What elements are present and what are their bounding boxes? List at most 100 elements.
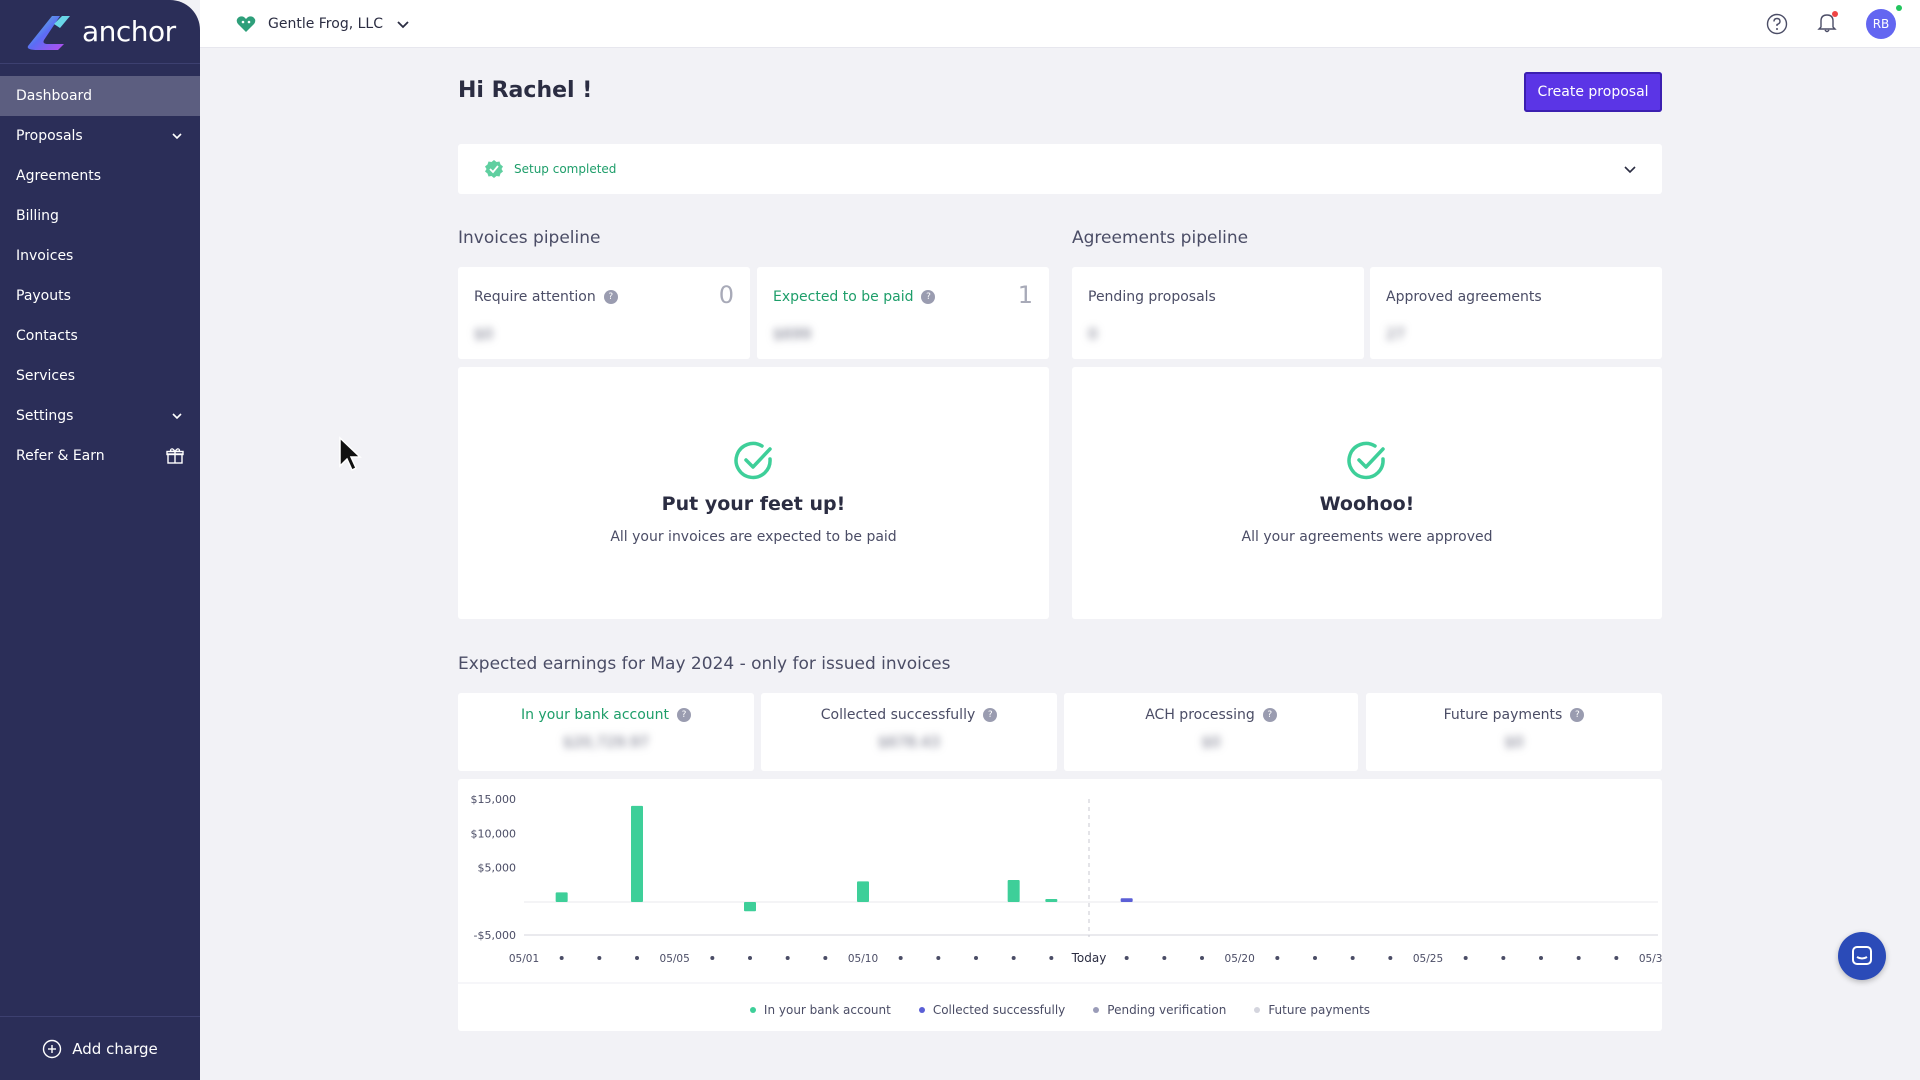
help-icon[interactable]: [1766, 13, 1788, 35]
notifications-button[interactable]: [1816, 11, 1838, 37]
x-tick-label: Today: [1071, 951, 1107, 965]
chat-icon: [1852, 946, 1872, 965]
require-attention-label: Require attention ?: [474, 289, 618, 305]
anchor-logo-icon: [27, 15, 70, 50]
earnings-amount: $678.43: [877, 733, 941, 751]
sidebar-item-label: Settings: [16, 408, 74, 424]
agreements-empty-state: Woohoo! All your agreements were approve…: [1072, 367, 1662, 619]
invoices-empty-subtitle: All your invoices are expected to be pai…: [610, 529, 897, 545]
expected-paid-card[interactable]: Expected to be paid ? 1 $699: [757, 267, 1049, 359]
require-attention-text: Require attention: [474, 289, 596, 305]
earnings-card-future[interactable]: Future payments ? $0: [1366, 693, 1662, 771]
x-tick-dot: [1388, 956, 1393, 960]
mouse-cursor-icon: [339, 436, 362, 472]
x-tick-dot: [1011, 956, 1016, 960]
sidebar-item-label: Contacts: [16, 328, 78, 344]
add-charge-label: Add charge: [72, 1039, 158, 1058]
x-tick-dot: [823, 956, 828, 960]
approved-agreements-label: Approved agreements: [1386, 289, 1542, 305]
legend-label: Pending verification: [1107, 1003, 1227, 1017]
chat-launcher-button[interactable]: [1838, 932, 1886, 980]
help-icon[interactable]: ?: [921, 290, 936, 304]
chart-bar: [631, 805, 643, 902]
legend-label: Collected successfully: [932, 1003, 1066, 1017]
earnings-card-ach[interactable]: ACH processing ? $0: [1064, 693, 1358, 771]
sidebar-item-refer-earn[interactable]: Refer & Earn: [0, 436, 200, 476]
x-tick-label: 05/01: [509, 953, 539, 965]
org-switcher[interactable]: Gentle Frog, LLC: [236, 15, 411, 33]
earnings-label: Collected successfully ?: [761, 707, 1057, 723]
top-bar: Gentle Frog, LLC RB: [200, 0, 1920, 48]
sidebar-item-payouts[interactable]: Payouts: [0, 276, 200, 316]
earnings-card-collected[interactable]: Collected successfully ? $678.43: [761, 693, 1057, 771]
sidebar-item-agreements[interactable]: Agreements: [0, 156, 200, 196]
sidebar-item-dashboard[interactable]: Dashboard: [0, 76, 200, 116]
legend-item[interactable]: Collected successfully: [918, 1003, 1066, 1017]
sidebar-item-contacts[interactable]: Contacts: [0, 316, 200, 356]
earnings-label-text: In your bank account: [520, 707, 670, 723]
x-tick-dot: [1501, 956, 1506, 960]
legend-item[interactable]: Pending verification: [1093, 1003, 1226, 1017]
sidebar-item-settings[interactable]: Settings: [0, 396, 200, 436]
sidebar-item-proposals[interactable]: Proposals: [0, 116, 200, 156]
sidebar-item-invoices[interactable]: Invoices: [0, 236, 200, 276]
help-icon[interactable]: ?: [603, 290, 618, 304]
require-attention-card[interactable]: Require attention ? 0 $0: [458, 267, 750, 359]
y-tick-label: $5,000: [478, 862, 517, 875]
logo[interactable]: anchor: [0, 0, 200, 64]
avatar[interactable]: RB: [1866, 5, 1902, 39]
approved-agreements-value: 27: [1386, 325, 1406, 343]
pending-proposals-card[interactable]: Pending proposals 0: [1072, 267, 1364, 359]
setup-status-text: Setup completed: [514, 162, 617, 176]
x-tick-dot: [1313, 956, 1317, 960]
help-icon[interactable]: ?: [677, 708, 692, 722]
sidebar-item-label: Agreements: [16, 168, 102, 184]
require-attention-count: 0: [718, 281, 734, 309]
add-charge-button[interactable]: Add charge: [0, 1016, 200, 1080]
chart-legend: In your bank account Collected successfu…: [458, 1003, 1662, 1017]
chevron-down-icon[interactable]: [1622, 161, 1638, 177]
online-status-dot: [1896, 5, 1902, 11]
approved-agreements-card[interactable]: Approved agreements 27: [1370, 267, 1662, 359]
x-tick-label: 05/05: [660, 953, 690, 965]
org-name: Gentle Frog, LLC: [268, 15, 383, 32]
legend-dot: [1254, 1007, 1261, 1013]
badge-check-icon: [485, 160, 503, 178]
sidebar-item-billing[interactable]: Billing: [0, 196, 200, 236]
sidebar-item-label: Refer & Earn: [16, 448, 105, 464]
earnings-card-bank[interactable]: In your bank account ? $20,729.97: [458, 693, 754, 771]
x-tick-dot: [597, 956, 602, 960]
avatar-initials: RB: [1872, 17, 1890, 31]
x-tick-dot: [1124, 956, 1129, 960]
legend-dot: [749, 1007, 756, 1013]
heart-logo-icon: [236, 15, 256, 32]
help-icon[interactable]: ?: [1570, 708, 1585, 722]
x-tick-dot: [1576, 956, 1581, 960]
earnings-amount: $0: [1504, 733, 1524, 751]
earnings-label: In your bank account ?: [458, 707, 754, 723]
earnings-label-text: Collected successfully: [820, 707, 976, 723]
setup-banner[interactable]: Setup completed: [458, 144, 1662, 194]
notification-badge: [1832, 11, 1838, 17]
legend-item[interactable]: Future payments: [1254, 1003, 1370, 1017]
help-icon[interactable]: ?: [1262, 708, 1277, 722]
help-icon[interactable]: ?: [983, 708, 998, 722]
agreements-pipeline-title: Agreements pipeline: [1072, 228, 1249, 248]
earnings-amount: $20,729.97: [563, 733, 649, 751]
create-proposal-button[interactable]: Create proposal: [1524, 72, 1662, 112]
x-tick-dot: [1275, 956, 1280, 960]
chevron-down-icon: [397, 20, 409, 28]
x-tick-dot: [559, 956, 564, 960]
legend-item[interactable]: In your bank account: [749, 1003, 891, 1017]
sidebar-item-label: Billing: [16, 208, 59, 224]
page-title: Hi Rachel !: [458, 78, 593, 103]
chart-bar: [555, 892, 568, 902]
earnings-title: Expected earnings for May 2024 - only fo…: [458, 654, 951, 674]
x-tick-dot: [898, 956, 903, 960]
x-tick-dot: [1539, 956, 1543, 960]
x-tick-label: 05/25: [1413, 953, 1443, 965]
chevron-down-icon: [172, 413, 182, 420]
sidebar-item-services[interactable]: Services: [0, 356, 200, 396]
chevron-down-icon: [172, 133, 182, 140]
sidebar-item-label: Services: [16, 368, 76, 384]
